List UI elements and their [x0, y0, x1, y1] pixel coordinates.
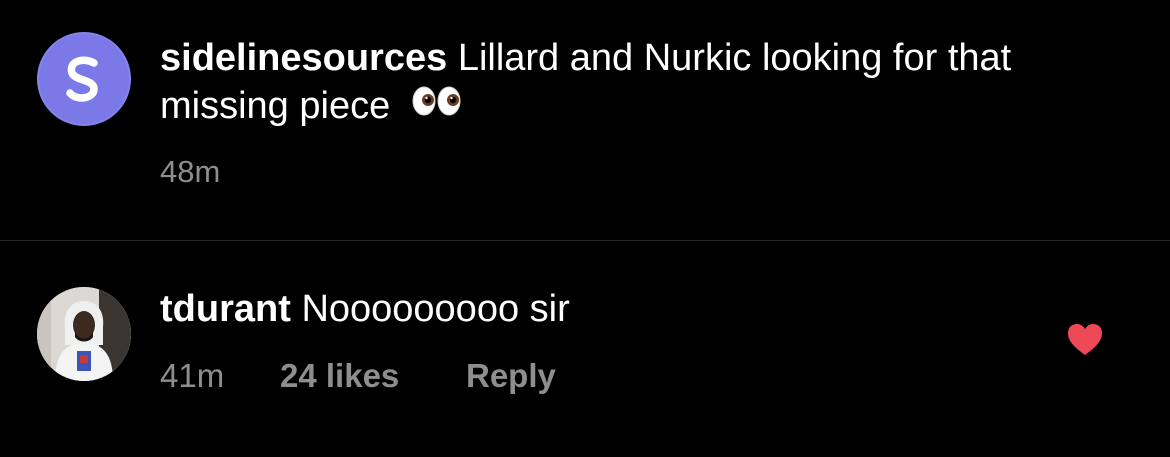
heart-filled-icon[interactable]: [1066, 322, 1104, 358]
comment-timestamp: 41m: [160, 357, 225, 394]
comment-text: tdurant Nooooooooo sir: [160, 285, 570, 333]
avatar[interactable]: [37, 287, 131, 381]
likes-count[interactable]: 24 likes: [280, 357, 466, 395]
caption-text: sidelinesources Lillard and Nurkic looki…: [160, 34, 1120, 130]
comment-meta: 41m 24 likes Reply: [160, 357, 556, 395]
sidelinesources-logo-icon: [66, 56, 98, 102]
comment-username[interactable]: tdurant: [160, 288, 291, 330]
caption-row: sidelinesources Lillard and Nurkic looki…: [0, 0, 1170, 240]
comment-row: tdurant Nooooooooo sir 41m 24 likes Repl…: [0, 241, 1170, 457]
caption-username[interactable]: sidelinesources: [160, 37, 447, 79]
comment-body: Nooooooooo sir: [301, 288, 570, 330]
eyes-icon: [411, 81, 463, 129]
tdurant-profile-photo: [37, 287, 131, 381]
caption-timestamp: 48m: [160, 154, 221, 189]
reply-button[interactable]: Reply: [466, 357, 556, 395]
avatar[interactable]: [37, 32, 131, 126]
